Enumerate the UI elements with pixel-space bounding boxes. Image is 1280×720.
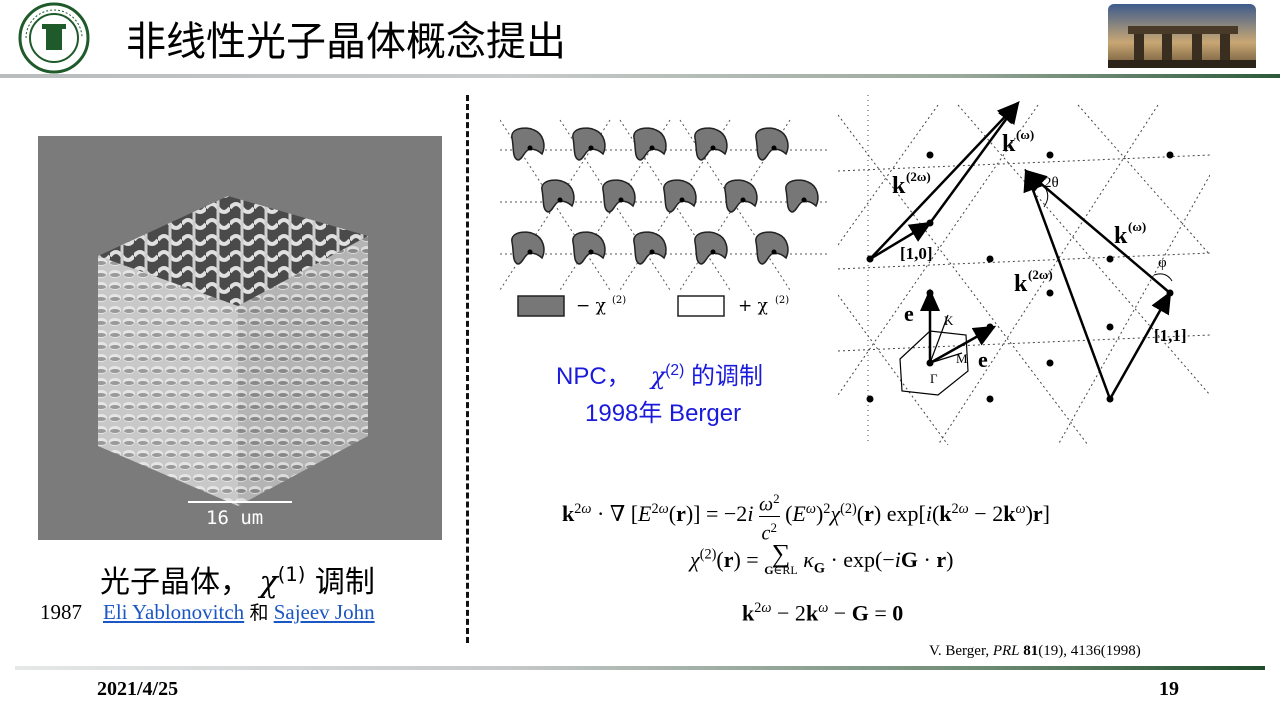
label-lattice-11: [1,1] bbox=[1154, 326, 1187, 345]
equation-1: k2ω · ∇ [E2ω(r)] = −2i ω2 c2 (Eω)2χ(2)(r… bbox=[562, 488, 1050, 544]
caption-suffix: 调制 bbox=[305, 565, 375, 600]
wavevector-lattice-diagram: k (ω) k (2ω) k (ω) k (2ω) [1,0] [1,1] e … bbox=[838, 95, 1210, 445]
legend-minus-chi: − χ bbox=[576, 296, 606, 316]
page-number: 19 bbox=[1159, 678, 1179, 700]
label-k-omega-top-sup: (ω) bbox=[1016, 127, 1034, 142]
photonic-crystal-sem-image: 16 um bbox=[38, 136, 442, 540]
npc-caption-suffix: 的调制 bbox=[684, 363, 763, 390]
label-e2: e bbox=[904, 301, 914, 326]
label-2theta: 2θ bbox=[1044, 175, 1059, 191]
link-sajeev-john[interactable]: Sajeev John bbox=[274, 600, 375, 624]
header-rule bbox=[0, 74, 1280, 78]
equation-2: χ(2)(r) = ∑ G∈RL κG · exp(−iG · r) bbox=[690, 539, 954, 578]
legend-plus-sup: (2) bbox=[775, 295, 789, 306]
ref-journal: PRL bbox=[992, 643, 1020, 659]
footer-rule bbox=[15, 666, 1265, 670]
legend-plus-chi: + χ bbox=[738, 296, 768, 316]
label-k-2omega-mid-sup: (2ω) bbox=[1028, 267, 1053, 282]
label-e1: e bbox=[978, 347, 988, 372]
credit-year: 1987 bbox=[40, 600, 82, 624]
label-k-2omega-top: k bbox=[892, 173, 906, 199]
reference-citation: V. Berger, PRL 81(19), 4136(1998) bbox=[929, 641, 1141, 661]
section-divider bbox=[466, 95, 469, 643]
ref-rest: (19), 4136(1998) bbox=[1038, 643, 1141, 659]
label-k-omega-mid: k bbox=[1114, 223, 1128, 249]
label-phi: φ bbox=[1158, 255, 1167, 271]
label-Gamma: Γ bbox=[930, 371, 938, 386]
label-k-2omega-top-sup: (2ω) bbox=[906, 169, 931, 184]
label-lattice-10: [1,0] bbox=[900, 244, 933, 263]
npc-chi-superscript: (2) bbox=[665, 362, 685, 379]
ref-author: V. Berger, bbox=[929, 643, 990, 659]
npc-domain-pattern: − χ (2) + χ (2) bbox=[500, 119, 830, 317]
page-title: 非线性光子晶体概念提出 bbox=[126, 19, 566, 65]
legend-minus-sup: (2) bbox=[612, 295, 626, 306]
chi-symbol: χ bbox=[259, 565, 278, 600]
label-K: K bbox=[944, 313, 954, 328]
label-k-omega-mid-sup: (ω) bbox=[1128, 219, 1146, 234]
scale-bar-label: 16 um bbox=[206, 507, 263, 529]
university-seal-icon bbox=[18, 2, 90, 74]
campus-gate-photo-icon bbox=[1108, 4, 1256, 68]
link-eli-yablonovitch[interactable]: Eli Yablonovitch bbox=[103, 600, 244, 624]
chi-superscript: (1) bbox=[277, 563, 306, 586]
footer-date: 2021/4/25 bbox=[97, 678, 179, 700]
credit-line: 1987 Eli Yablonovitch 和 Sajeev John bbox=[40, 598, 375, 627]
caption-text: 光子晶体， bbox=[100, 565, 250, 600]
photonic-crystal-caption: 光子晶体， χ(1) 调制 bbox=[100, 556, 375, 602]
npc-caption-prefix: NPC， bbox=[556, 363, 631, 390]
ref-volume: 81 bbox=[1023, 643, 1039, 659]
npc-year-line: 1998年 Berger bbox=[585, 400, 742, 427]
equation-3: k2ω − 2kω − G = 0 bbox=[742, 600, 904, 626]
label-k-2omega-mid: k bbox=[1014, 271, 1028, 297]
npc-chi-symbol: χ bbox=[650, 362, 666, 390]
label-k-omega-top: k bbox=[1002, 131, 1016, 157]
credit-conj: 和 bbox=[249, 602, 269, 624]
label-M: M bbox=[956, 351, 968, 366]
npc-caption: NPC， χ(2) 的调制 bbox=[556, 354, 763, 394]
